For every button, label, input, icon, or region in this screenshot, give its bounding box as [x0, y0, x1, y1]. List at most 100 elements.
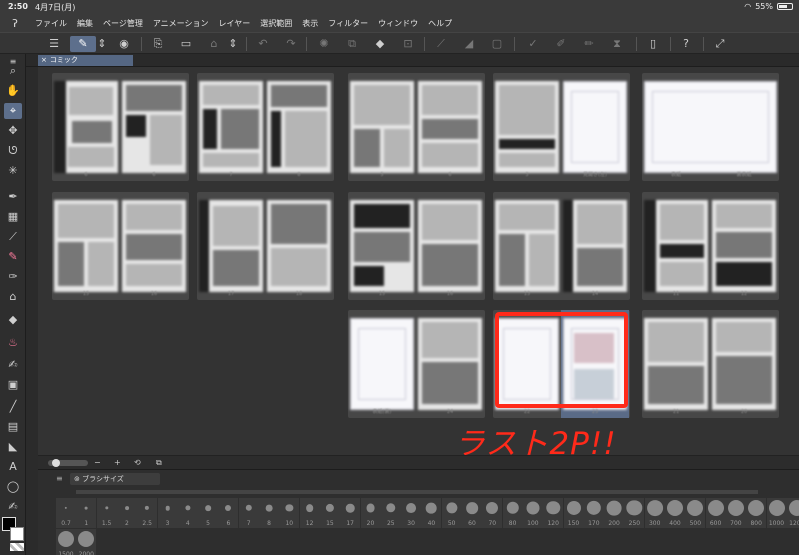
pen-icon[interactable]: ✎ [4, 249, 22, 265]
operation-icon[interactable]: ⌖ [4, 103, 22, 119]
spread-card[interactable]: 21 20 [642, 310, 779, 418]
page-thumbnail[interactable] [350, 200, 414, 292]
hamburger-menu-icon[interactable]: ☰ [46, 36, 62, 52]
brush-size-tab[interactable]: ⊚ ブラシサイズ [70, 473, 160, 485]
brush-icon[interactable]: ✑ [4, 269, 22, 285]
page-thumbnail[interactable] [563, 200, 627, 292]
updown-arrows-icon-2[interactable]: ⇕ [228, 36, 238, 52]
pen-nib-icon[interactable]: ✒ [4, 189, 22, 205]
hand-icon[interactable]: ✋ [4, 83, 22, 99]
transparent-color-swatch[interactable] [10, 543, 24, 551]
brush-size-option[interactable]: 30 [401, 498, 422, 528]
fill-icon[interactable]: ◆ [372, 36, 388, 52]
spread-card[interactable]: 3 見開き(左) [493, 73, 630, 181]
pen-check-icon[interactable]: ✐ [553, 36, 569, 52]
page-thumbnail[interactable] [54, 200, 118, 292]
background-color-swatch[interactable] [10, 527, 24, 541]
ruler-icon[interactable]: ◣ [4, 439, 22, 455]
brush-size-option[interactable]: 170 [583, 498, 604, 528]
menu-selection[interactable]: 選択範囲 [255, 18, 297, 29]
spread-card[interactable]: 15 16 [348, 192, 485, 300]
expand-selection-icon[interactable]: ▢ [489, 36, 505, 52]
spread-card[interactable]: 11 12 [642, 192, 779, 300]
brush-size-option[interactable]: 400 [665, 498, 685, 528]
gear-icon[interactable]: ✺ [316, 36, 332, 52]
invert-selection-icon[interactable]: ◢ [461, 36, 477, 52]
zoom-icon[interactable]: ⌕ [4, 63, 22, 79]
page-thumbnail[interactable] [199, 200, 263, 292]
app-logo-icon[interactable]: ʔ [0, 17, 30, 30]
brush-size-option[interactable]: 150 [563, 498, 584, 528]
menu-file[interactable]: ファイル [30, 18, 72, 29]
brush-size-option[interactable]: 1500 [56, 529, 76, 555]
page-thumbnail[interactable] [350, 318, 414, 410]
spread-card[interactable]: 6 6 [52, 73, 189, 181]
brush-size-option[interactable]: 4 [177, 498, 198, 528]
brush-size-option[interactable]: 500 [685, 498, 706, 528]
brush-size-scrollbar[interactable] [76, 490, 758, 494]
brush-size-option[interactable]: 600 [705, 498, 726, 528]
spread-card[interactable]: 表紙 裏表紙 [642, 73, 779, 181]
pen-line-icon[interactable]: ✏ [581, 36, 597, 52]
zoom-out-button[interactable]: − [94, 458, 101, 467]
spread-card[interactable]: 表紙(裏) 24 [348, 310, 485, 418]
text-icon[interactable]: A [4, 459, 22, 475]
brush-size-option[interactable]: 300 [644, 498, 665, 528]
page-thumbnail[interactable] [644, 200, 708, 292]
zoom-in-button[interactable]: + [114, 458, 121, 467]
brush-size-option[interactable]: 1.5 [96, 498, 117, 528]
brush-size-option[interactable]: 10 [279, 498, 300, 528]
zoom-slider-knob[interactable] [52, 459, 60, 467]
grid-icon[interactable]: ▦ [4, 209, 22, 225]
fill-bucket-icon[interactable]: ✍ [4, 357, 22, 373]
airbrush-icon[interactable]: ⌂ [4, 289, 22, 305]
fit-icon[interactable]: ⧉ [156, 458, 162, 468]
fullscreen-icon[interactable]: ⤢ [712, 36, 728, 52]
save-icon[interactable]: ⌂ [206, 36, 222, 52]
tab-comic[interactable]: × コミック [38, 55, 133, 66]
brush-size-option[interactable]: 25 [380, 498, 401, 528]
spread-card[interactable]: 13 14 [493, 192, 630, 300]
brush-size-option[interactable]: 6 [218, 498, 239, 528]
page-thumbnail[interactable] [495, 81, 559, 173]
page-thumbnail[interactable] [54, 81, 118, 173]
frame-icon[interactable]: ▤ [4, 419, 22, 435]
brush-size-option[interactable]: 50 [441, 498, 462, 528]
brush-size-option[interactable]: 800 [746, 498, 767, 528]
clear-selection-icon[interactable]: ⟋ [433, 36, 449, 52]
move-icon[interactable]: ✥ [4, 123, 22, 139]
gradient-icon[interactable]: ▣ [4, 377, 22, 393]
menu-animation[interactable]: アニメーション [148, 18, 214, 29]
brush-size-option[interactable]: 200 [604, 498, 625, 528]
brush-size-option[interactable]: 60 [462, 498, 482, 528]
rotate-icon[interactable]: ⟲ [134, 458, 141, 467]
balloon-icon[interactable]: ◯ [4, 479, 22, 495]
page-thumbnail[interactable] [563, 81, 627, 173]
menu-page-management[interactable]: ページ管理 [98, 18, 148, 29]
brush-size-option[interactable]: 700 [725, 498, 746, 528]
brush-size-option[interactable]: 20 [360, 498, 381, 528]
brush-size-option[interactable]: 40 [421, 498, 442, 528]
page-thumbnail[interactable] [350, 81, 414, 173]
brush-size-option[interactable]: 0.7 [56, 498, 76, 528]
new-file-icon[interactable]: ⎘ [150, 36, 166, 52]
page-thumbnail[interactable] [712, 318, 776, 410]
spread-card[interactable]: 7 8 [197, 73, 334, 181]
check-icon[interactable]: ✓ [525, 36, 541, 52]
page-thumbnail[interactable] [418, 200, 482, 292]
menu-layer[interactable]: レイヤー [214, 18, 256, 29]
magic-wand-icon[interactable]: ✳ [4, 163, 22, 179]
page-thumbnail[interactable] [267, 81, 331, 173]
brush-size-option[interactable]: 100 [522, 498, 543, 528]
undo-icon[interactable]: ↶ [255, 36, 271, 52]
brush-size-option[interactable]: 17 [340, 498, 361, 528]
quick-access-icon[interactable]: ◉ [116, 36, 132, 52]
menu-edit[interactable]: 編集 [72, 18, 98, 29]
page-thumbnail[interactable] [418, 81, 482, 173]
redo-icon[interactable]: ↷ [283, 36, 299, 52]
brush-size-option[interactable]: 2 [116, 498, 137, 528]
spread-card[interactable]: 17 18 [197, 192, 334, 300]
brush-size-option[interactable]: 70 [482, 498, 503, 528]
eyedropper-icon[interactable]: ⟋ [4, 229, 22, 245]
brush-size-option[interactable]: 12 [299, 498, 320, 528]
